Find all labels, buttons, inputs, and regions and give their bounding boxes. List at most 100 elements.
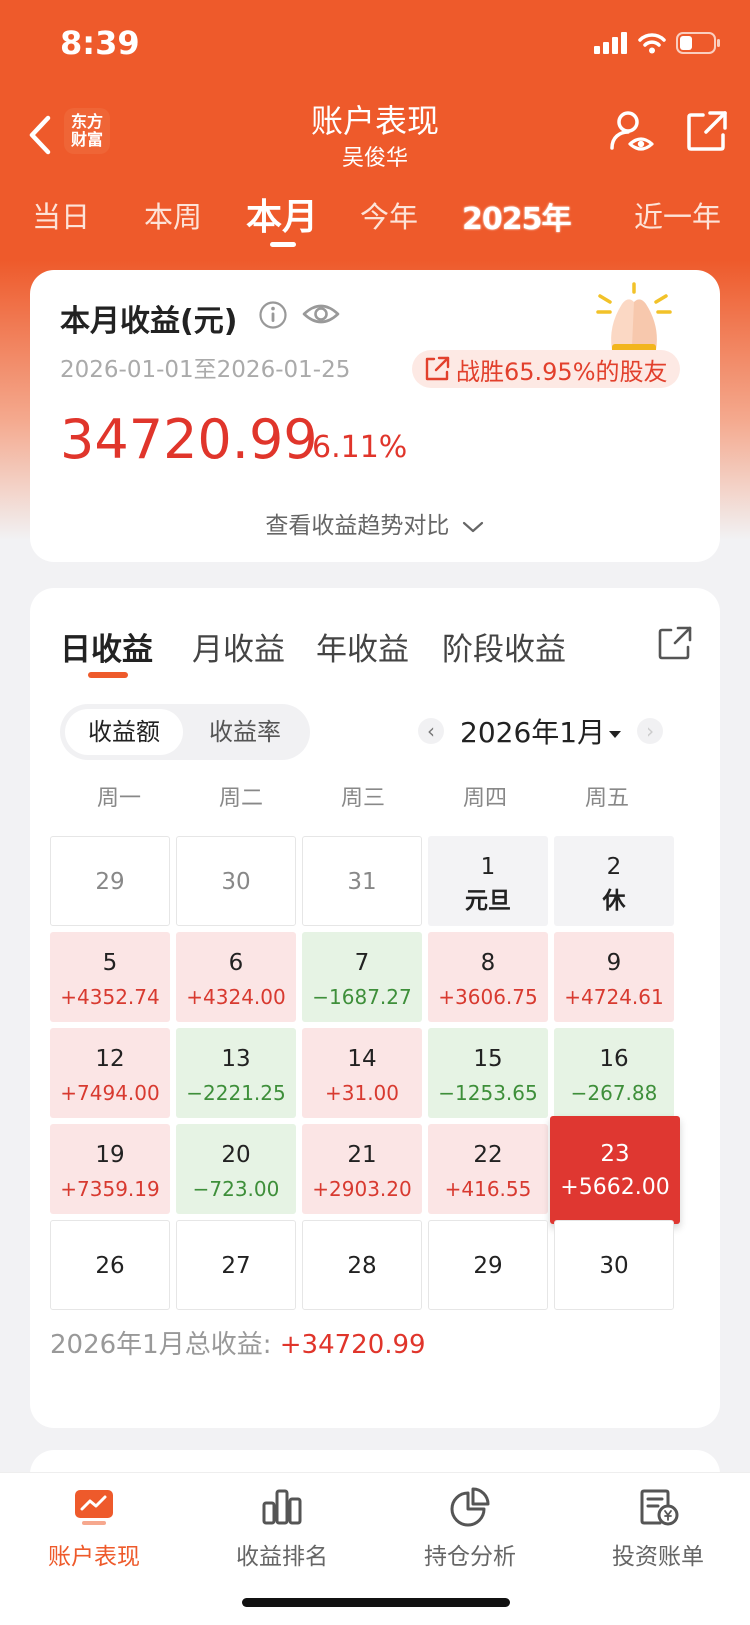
cell-return: +4724.61 <box>564 985 664 1009</box>
toggle-return-rate[interactable]: 收益率 <box>186 709 304 755</box>
calendar-cell: 27 <box>176 1220 296 1310</box>
info-icon[interactable] <box>258 300 288 330</box>
status-time: 8:39 <box>60 24 140 62</box>
tab-2025[interactable]: 2025年 <box>462 194 571 238</box>
beat-text: 战胜65.95%的股友 <box>456 357 668 386</box>
tabbar-label: 账户表现 <box>48 1544 140 1570</box>
tab-last-year[interactable]: 近一年 <box>634 194 721 236</box>
calendar-cell[interactable]: 13 −2221.25 <box>176 1028 296 1118</box>
toggle-return-amount[interactable]: 收益额 <box>65 709 183 755</box>
tabbar-holdings-analysis[interactable]: 持仓分析 <box>376 1487 564 1571</box>
calendar-cell[interactable]: 20 −723.00 <box>176 1124 296 1214</box>
tabbar-account-performance[interactable]: 账户表现 <box>0 1487 188 1571</box>
calendar-cell[interactable]: 9 +4724.61 <box>554 932 674 1022</box>
cell-day: 29 <box>95 869 125 895</box>
weekday-fri: 周五 <box>584 786 629 811</box>
beat-percentage-badge[interactable]: 战胜65.95%的股友 <box>412 350 680 388</box>
calendar-cell[interactable]: 1 元旦 <box>428 836 548 926</box>
calendar-cell[interactable]: 7 −1687.27 <box>302 932 422 1022</box>
cell-day: 27 <box>221 1253 251 1279</box>
calendar-cell[interactable]: 2休 <box>554 836 674 926</box>
weekday-mon: 周一 <box>96 786 141 811</box>
cell-day: 8 <box>480 950 496 976</box>
eye-icon[interactable] <box>302 300 340 328</box>
cell-return: +7359.19 <box>60 1177 160 1201</box>
monthly-summary-card: 本月收益(元) 2026-01-01至2026-01-25 战胜65.95%的股… <box>30 270 720 562</box>
cell-day: 22 <box>473 1142 503 1168</box>
tabbar-investment-bill[interactable]: 投资账单 <box>564 1487 750 1571</box>
calendar-cell[interactable]: 12 +7494.00 <box>50 1028 170 1118</box>
calendar-cell[interactable]: 6 +4324.00 <box>176 932 296 1022</box>
month-label: 2026年1月 <box>460 716 606 749</box>
tab-today[interactable]: 当日 <box>32 194 90 236</box>
monthly-return-amount: 34720.99 <box>60 408 318 471</box>
nav-bar: 东方 财富 账户表现 吴俊华 <box>0 90 750 180</box>
calendar-cell: 31 <box>302 836 422 926</box>
user-privacy-icon[interactable] <box>608 108 656 156</box>
month-total-label: 2026年1月总收益: <box>50 1330 280 1360</box>
month-dropdown[interactable]: 2026年1月 <box>460 711 622 751</box>
cell-return: −267.88 <box>570 1081 658 1105</box>
calendar-cell[interactable]: 15 −1253.65 <box>428 1028 548 1118</box>
cell-return: +31.00 <box>324 1081 399 1105</box>
tabbar-label: 持仓分析 <box>424 1544 516 1570</box>
tabbar-label: 收益排名 <box>236 1544 328 1570</box>
calendar-cell[interactable]: 8 +3606.75 <box>428 932 548 1022</box>
trend-link-label: 查看收益趋势对比 <box>265 513 450 539</box>
share-small-icon <box>425 356 450 381</box>
cell-return: +4352.74 <box>60 985 160 1009</box>
view-trend-link[interactable]: 查看收益趋势对比 <box>30 506 720 540</box>
calendar-cell[interactable]: 16 −267.88 <box>554 1028 674 1118</box>
period-tab-indicator <box>270 242 296 247</box>
cell-day: 16 <box>599 1046 629 1072</box>
cell-return: +7494.00 <box>60 1081 160 1105</box>
calendar-cell-selected[interactable]: 23 +5662.00 <box>550 1116 680 1224</box>
share-icon[interactable] <box>658 626 692 660</box>
cell-return: −2221.25 <box>186 1081 286 1105</box>
cell-day: 28 <box>347 1253 377 1279</box>
performance-chart-icon <box>75 1490 113 1525</box>
month-total: 2026年1月总收益: +34720.99 <box>50 1324 426 1361</box>
calendar-cell[interactable]: 14 +31.00 <box>302 1028 422 1118</box>
cell-day: 23 <box>600 1141 630 1167</box>
cell-return: −723.00 <box>192 1177 280 1201</box>
next-month-button[interactable]: › <box>637 718 664 744</box>
chevron-down-icon <box>462 521 483 532</box>
cell-day: 5 <box>102 950 118 976</box>
cell-day: 30 <box>221 869 251 895</box>
tabbar-label: 投资账单 <box>612 1544 704 1570</box>
battery-icon <box>676 32 720 54</box>
cell-day: 12 <box>95 1046 125 1072</box>
tab-period-return[interactable]: 阶段收益 <box>442 624 566 669</box>
metric-toggle: 收益额 收益率 <box>60 704 310 760</box>
month-total-value: +34720.99 <box>279 1330 426 1360</box>
clapping-hands-icon <box>596 282 672 354</box>
tab-this-month[interactable]: 本月 <box>246 188 318 240</box>
tab-daily-return[interactable]: 日收益 <box>60 624 153 669</box>
calendar-cell[interactable]: 5 +4352.74 <box>50 932 170 1022</box>
cell-return: +4324.00 <box>186 985 286 1009</box>
signal-icon <box>594 32 627 54</box>
wifi-icon <box>638 33 666 54</box>
calendar-cell[interactable]: 19 +7359.19 <box>50 1124 170 1214</box>
caret-down-icon <box>609 730 622 738</box>
cell-day: 19 <box>95 1142 125 1168</box>
calendar-cell[interactable]: 22 +416.55 <box>428 1124 548 1214</box>
tab-yearly-return[interactable]: 年收益 <box>316 624 409 669</box>
prev-month-button[interactable]: ‹ <box>418 718 444 744</box>
share-icon[interactable] <box>686 110 728 152</box>
calendar-cell[interactable]: 21 +2903.20 <box>302 1124 422 1214</box>
cell-day: 14 <box>347 1046 377 1072</box>
cell-return: +2903.20 <box>312 1177 412 1201</box>
cell-day: 7 <box>354 950 370 976</box>
tabbar-return-ranking[interactable]: 收益排名 <box>188 1487 376 1571</box>
tab-this-year[interactable]: 今年 <box>360 194 418 236</box>
cell-day: 6 <box>228 950 244 976</box>
summary-heading: 本月收益(元) <box>60 304 238 339</box>
cell-return: +5662.00 <box>560 1175 670 1200</box>
cell-holiday-label: 元旦 <box>465 888 511 914</box>
tab-this-week[interactable]: 本周 <box>144 194 202 236</box>
tab-monthly-return[interactable]: 月收益 <box>192 624 285 669</box>
weekday-tue: 周二 <box>218 786 263 811</box>
return-tab-indicator <box>88 672 128 678</box>
